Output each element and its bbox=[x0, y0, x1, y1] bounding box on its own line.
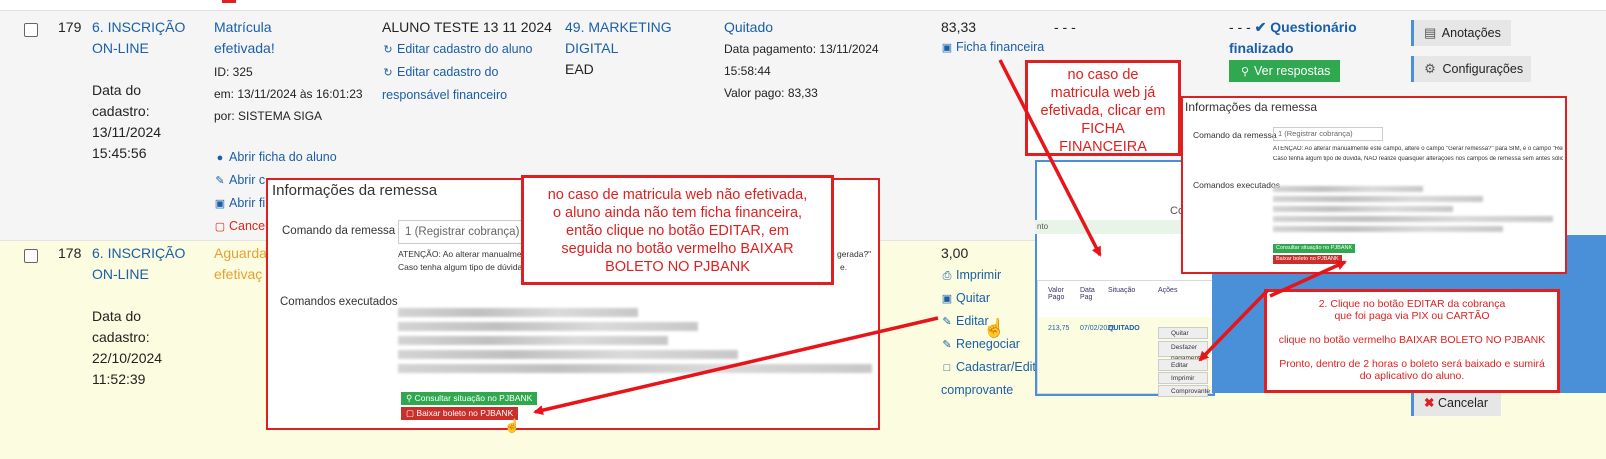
arrow-to-finance-file bbox=[998, 59, 1102, 257]
arrow-to-cancel-boleto bbox=[1269, 260, 1347, 298]
arrow-to-edit-button bbox=[1198, 288, 1270, 362]
annotation-arrows bbox=[533, 59, 1347, 416]
arrow-to-cancel-button bbox=[533, 316, 939, 416]
